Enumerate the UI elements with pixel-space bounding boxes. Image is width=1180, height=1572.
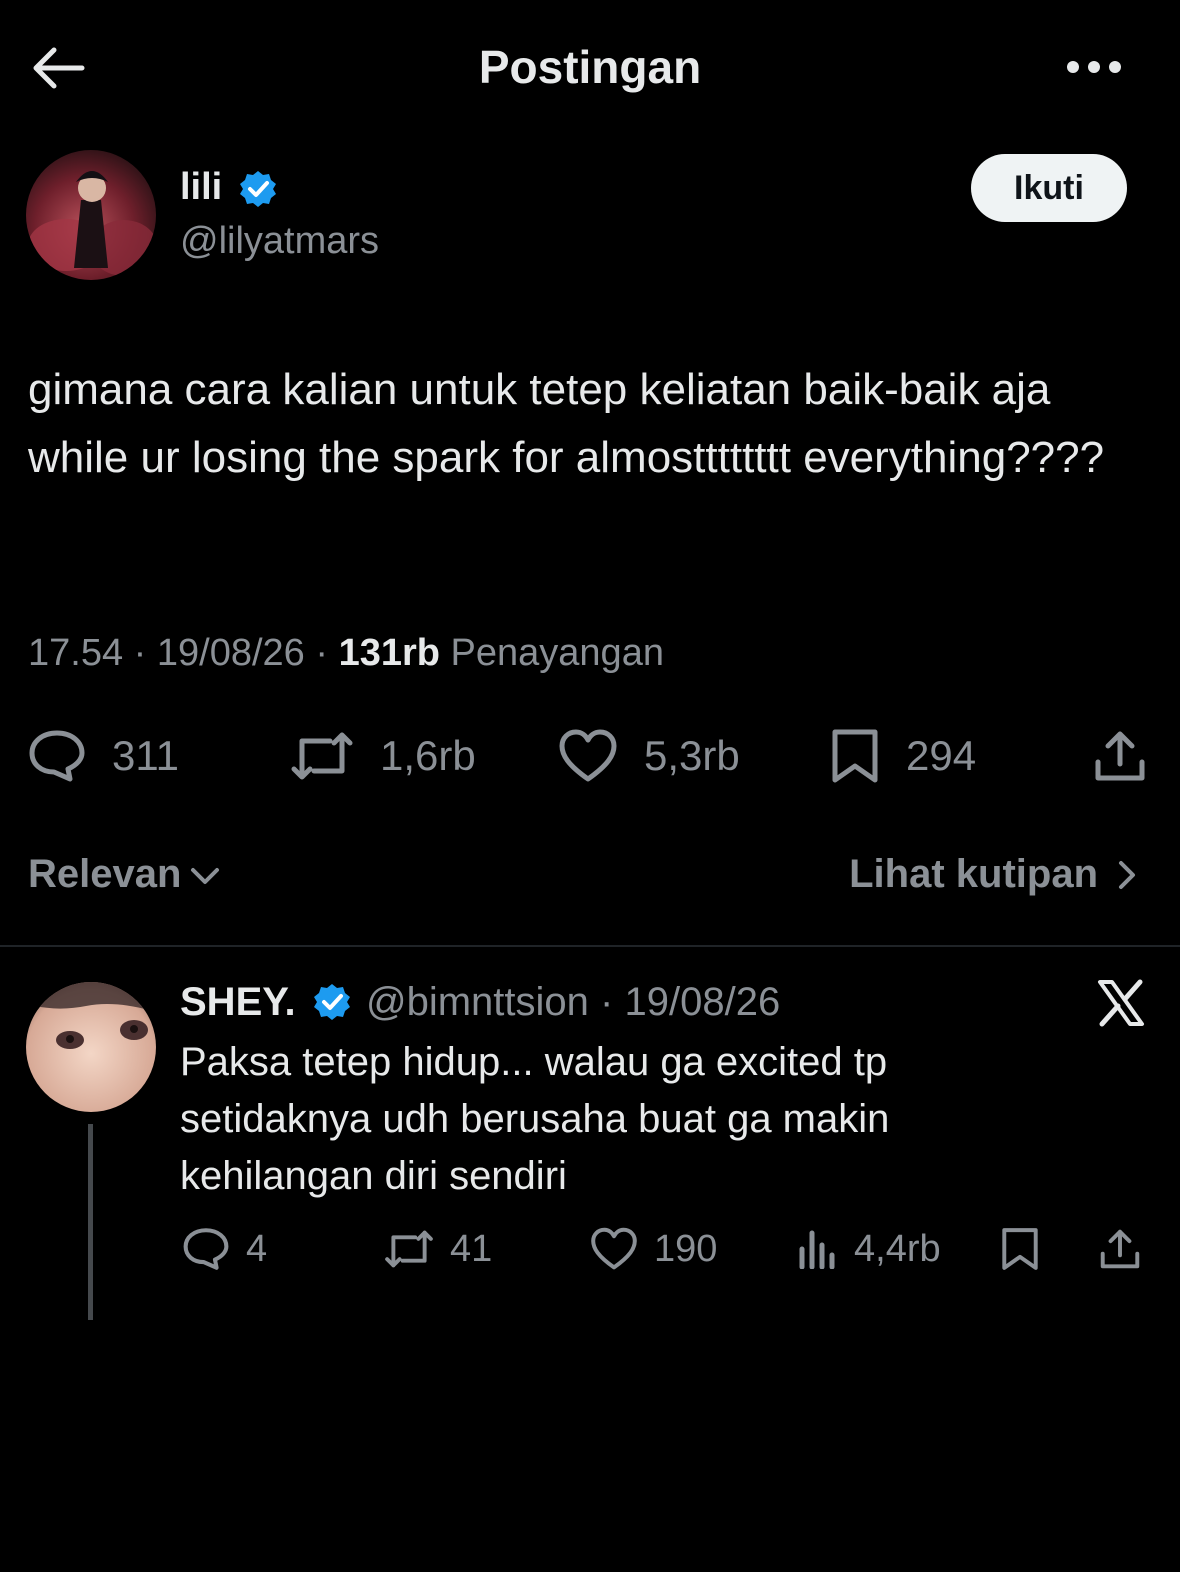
separator: · [600, 980, 614, 1024]
reply-like-count: 190 [654, 1227, 718, 1270]
views-count: 131rb [338, 632, 440, 674]
thread-line [88, 1124, 93, 1320]
follow-button[interactable]: Ikuti [971, 154, 1127, 222]
reply-date[interactable]: 19/08/26 [625, 980, 781, 1024]
bookmark-icon [832, 729, 878, 783]
bookmark-count: 294 [906, 732, 977, 779]
share-icon [1100, 1229, 1140, 1269]
like-count: 5,3rb [644, 732, 740, 779]
reply-author-name[interactable]: SHEY. [180, 980, 296, 1025]
reply-button[interactable]: 311 [28, 724, 179, 788]
reply-views-button[interactable]: 4,4rb [798, 1226, 941, 1272]
post-text: gimana cara kalian untuk tetep keliatan … [28, 365, 1105, 482]
divider [0, 945, 1180, 947]
post-date[interactable]: 19/08/26 [157, 632, 305, 674]
reply-text: Paksa tetep hidup... walau ga excited tp… [180, 1040, 890, 1198]
author-handle[interactable]: @lilyatmars [180, 220, 379, 263]
like-button[interactable]: 5,3rb [558, 724, 740, 788]
repost-icon [385, 1230, 433, 1268]
repost-icon [291, 732, 353, 780]
share-icon [1095, 731, 1145, 781]
post-time[interactable]: 17.54 [28, 632, 123, 674]
repost-count: 1,6rb [380, 732, 476, 779]
chevron-right-icon [1119, 860, 1135, 889]
reply-like-button[interactable]: 190 [590, 1226, 717, 1272]
heart-icon [559, 729, 617, 782]
reply-reply-button[interactable]: 4 [182, 1226, 267, 1272]
reply-views-count: 4,4rb [854, 1227, 941, 1270]
share-button[interactable] [1092, 724, 1174, 788]
quotes-label: Lihat kutipan [849, 852, 1098, 896]
reply-count: 311 [112, 732, 179, 779]
sort-dropdown[interactable]: Relevan [28, 852, 221, 897]
views-chart-icon [799, 1230, 835, 1269]
comment-icon [29, 730, 85, 782]
repost-button[interactable]: 1,6rb [290, 724, 476, 788]
verified-badge-icon [312, 982, 352, 1022]
bookmark-icon [1002, 1228, 1038, 1270]
reply-repost-count: 41 [450, 1227, 493, 1270]
comment-icon [183, 1228, 229, 1270]
avatar[interactable] [26, 150, 156, 280]
reply-handle-date: @bimnttsion · 19/08/26 [366, 980, 780, 1025]
chevron-down-icon [191, 867, 220, 884]
separator: · [315, 632, 329, 674]
verified-badge-icon [238, 169, 278, 209]
bookmark-button[interactable]: 294 [830, 724, 976, 788]
views-label: Penayangan [450, 632, 664, 674]
view-quotes-link[interactable]: Lihat kutipan [849, 852, 1140, 897]
page-title: Postingan [478, 41, 702, 93]
reply-bookmark-button[interactable] [1000, 1226, 1056, 1272]
more-button[interactable] [1064, 52, 1124, 82]
reply-repost-button[interactable]: 41 [384, 1226, 492, 1272]
reply-author-handle[interactable]: @bimnttsion [366, 980, 589, 1024]
reply-share-button[interactable] [1098, 1226, 1158, 1272]
x-logo-icon [1096, 978, 1146, 1028]
post-meta: 17.54 · 19/08/26 · 131rb Penayangan [28, 632, 664, 675]
heart-icon [591, 1227, 637, 1270]
separator: · [133, 632, 147, 674]
author-name[interactable]: lili [180, 166, 222, 209]
more-horizontal-icon [1067, 61, 1121, 73]
sort-label: Relevan [28, 852, 182, 896]
reply-avatar[interactable] [26, 982, 156, 1112]
reply-reply-count: 4 [246, 1227, 268, 1270]
